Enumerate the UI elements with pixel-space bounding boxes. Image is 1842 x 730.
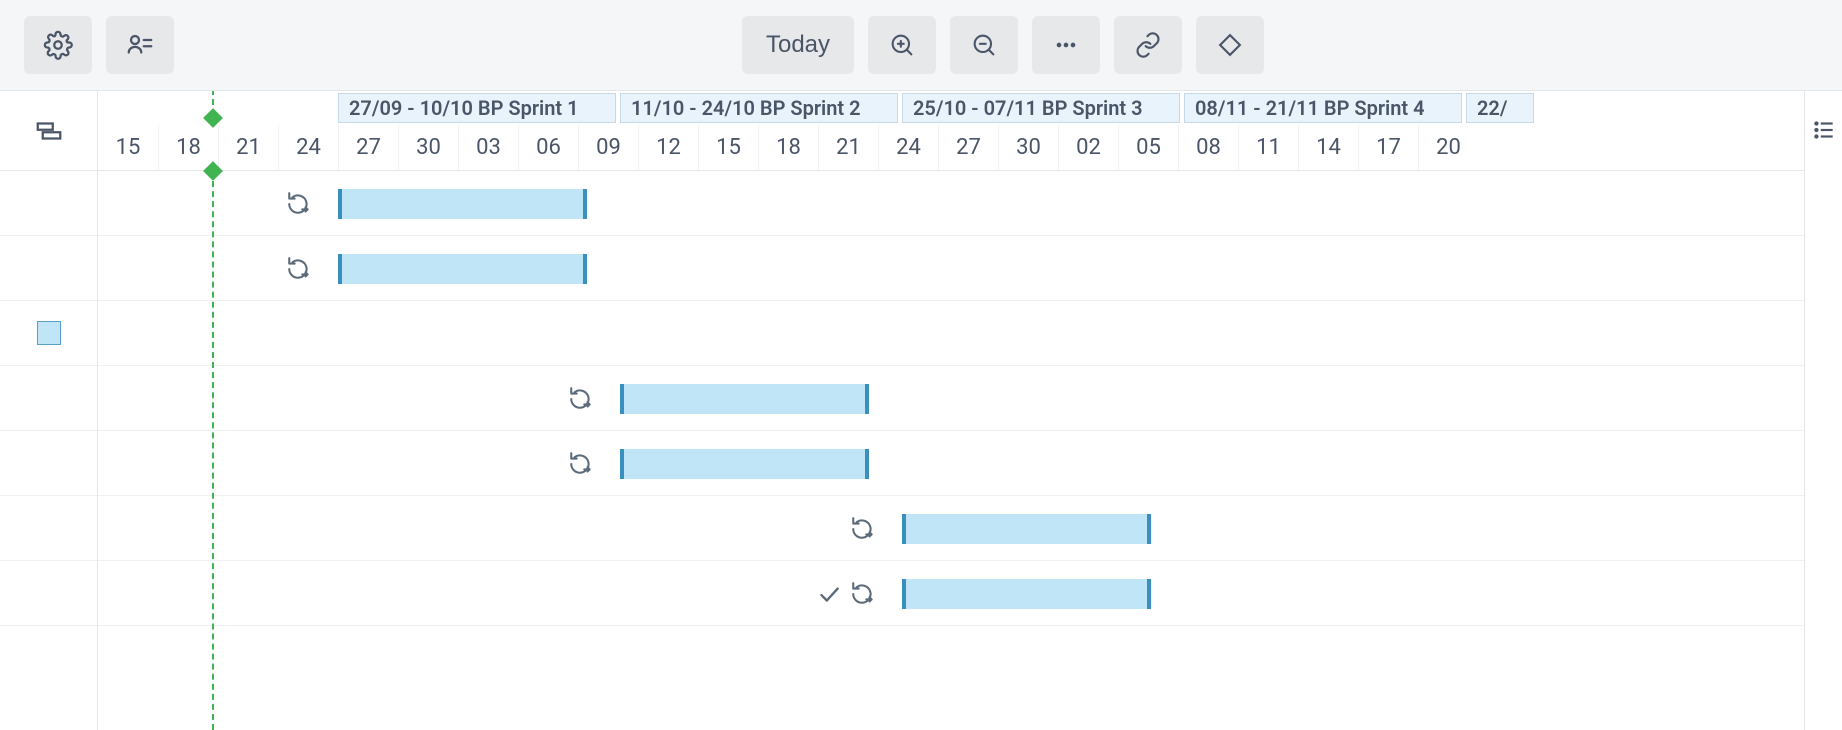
zoom-in-button[interactable] — [868, 16, 936, 74]
sprint-band[interactable]: 27/09 - 10/10 BP Sprint 1 — [338, 93, 616, 123]
task-bar[interactable] — [338, 189, 587, 219]
day-cell: 09 — [578, 125, 638, 170]
cycle-icon — [286, 256, 312, 282]
day-cell: 20 — [1418, 125, 1478, 170]
row-align-icon — [34, 116, 64, 146]
gutter-row — [0, 301, 97, 366]
row-icons — [568, 449, 594, 479]
zoom-out-button[interactable] — [950, 16, 1018, 74]
day-cell: 30 — [398, 125, 458, 170]
sprint-band[interactable]: 11/10 - 24/10 BP Sprint 2 — [620, 93, 898, 123]
day-cell: 06 — [518, 125, 578, 170]
timeline-header: 27/09 - 10/10 BP Sprint 111/10 - 24/10 B… — [98, 91, 1804, 171]
milestone-button[interactable] — [1196, 16, 1264, 74]
legend-icon[interactable] — [1811, 117, 1837, 143]
day-cell: 21 — [818, 125, 878, 170]
day-cell: 03 — [458, 125, 518, 170]
day-cell: 27 — [338, 125, 398, 170]
toolbar: Today — [0, 0, 1842, 90]
cycle-icon — [568, 451, 594, 477]
day-cell: 15 — [698, 125, 758, 170]
day-cell: 08 — [1178, 125, 1238, 170]
day-cell: 30 — [998, 125, 1058, 170]
timeline-row — [98, 236, 1804, 301]
gutter-row — [0, 171, 97, 236]
day-cell: 17 — [1358, 125, 1418, 170]
gutter-row — [0, 366, 97, 431]
zoom-in-icon — [888, 31, 916, 59]
day-cell: 11 — [1238, 125, 1298, 170]
sprint-band[interactable]: 25/10 - 07/11 BP Sprint 3 — [902, 93, 1180, 123]
gear-icon — [43, 30, 73, 60]
day-cell: 02 — [1058, 125, 1118, 170]
resource-view-button[interactable] — [106, 16, 174, 74]
timeline-row — [98, 171, 1804, 236]
timeline[interactable]: 27/09 - 10/10 BP Sprint 111/10 - 24/10 B… — [98, 91, 1804, 730]
settings-button[interactable] — [24, 16, 92, 74]
gutter-row — [0, 236, 97, 301]
timeline-row — [98, 496, 1804, 561]
day-cell: 15 — [98, 125, 158, 170]
day-cell: 21 — [218, 125, 278, 170]
diamond-icon — [1216, 31, 1244, 59]
day-cell: 12 — [638, 125, 698, 170]
day-cell: 27 — [938, 125, 998, 170]
gutter-row — [0, 561, 97, 626]
row-icons — [286, 189, 312, 219]
cycle-icon — [850, 581, 876, 607]
more-button[interactable] — [1032, 16, 1100, 74]
row-icons — [850, 514, 876, 544]
gutter-row — [0, 496, 97, 561]
cycle-icon — [850, 516, 876, 542]
cycle-icon — [286, 191, 312, 217]
user-list-icon — [125, 30, 155, 60]
today-line — [212, 91, 214, 125]
sprint-band[interactable]: 22/ — [1466, 93, 1534, 123]
day-cell: 24 — [878, 125, 938, 170]
zoom-out-icon — [970, 31, 998, 59]
task-color-swatch — [37, 321, 61, 345]
right-gutter — [1804, 91, 1842, 730]
today-button[interactable]: Today — [742, 16, 854, 74]
day-cell: 14 — [1298, 125, 1358, 170]
timeline-row — [98, 431, 1804, 496]
gutter-row — [0, 431, 97, 496]
task-bar[interactable] — [620, 384, 869, 414]
timeline-row — [98, 366, 1804, 431]
today-line — [212, 171, 214, 730]
main: 27/09 - 10/10 BP Sprint 111/10 - 24/10 B… — [0, 90, 1842, 730]
timeline-row — [98, 561, 1804, 626]
day-cell: 05 — [1118, 125, 1178, 170]
task-bar[interactable] — [620, 449, 869, 479]
row-icons — [568, 384, 594, 414]
row-icons — [286, 254, 312, 284]
sprint-band[interactable]: 08/11 - 21/11 BP Sprint 4 — [1184, 93, 1462, 123]
dependencies-button[interactable] — [1114, 16, 1182, 74]
more-icon — [1052, 31, 1080, 59]
check-icon — [816, 581, 842, 607]
row-icons — [816, 579, 876, 609]
day-cell: 24 — [278, 125, 338, 170]
day-cell: 18 — [758, 125, 818, 170]
cycle-icon — [568, 386, 594, 412]
task-bar[interactable] — [338, 254, 587, 284]
task-bar[interactable] — [902, 514, 1151, 544]
left-gutter — [0, 91, 98, 730]
link-icon — [1134, 31, 1162, 59]
gutter-header — [0, 91, 97, 171]
timeline-row — [98, 301, 1804, 366]
task-bar[interactable] — [902, 579, 1151, 609]
